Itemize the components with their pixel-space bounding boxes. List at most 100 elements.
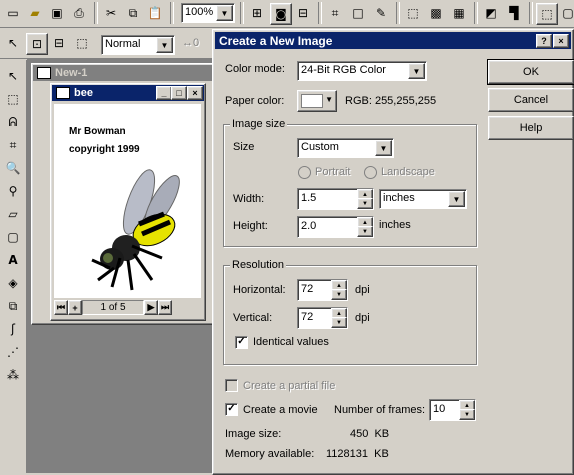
merge-mode-select[interactable]: Normal ▼: [101, 35, 175, 55]
chevron-down-icon: ▼: [325, 95, 333, 104]
rect-mask-icon[interactable]: ⬚: [3, 89, 23, 109]
vertical-label: Vertical:: [233, 312, 273, 324]
zoom-select[interactable]: 100% ▼: [181, 3, 235, 23]
paper-color-rgb: RGB: 255,255,255: [345, 95, 437, 107]
edit-icon[interactable]: ✎: [371, 3, 391, 23]
crop-icon[interactable]: ⌗: [325, 3, 345, 23]
full-screen-icon[interactable]: ◙: [270, 3, 292, 25]
layer-icon[interactable]: ▜: [504, 3, 524, 23]
cut-icon[interactable]: ✂: [101, 3, 121, 23]
grid-icon[interactable]: ▦: [449, 3, 469, 23]
paste-icon[interactable]: 📋: [145, 3, 165, 23]
maximize-icon[interactable]: □: [171, 86, 187, 100]
spin-down-icon[interactable]: ▼: [357, 226, 373, 237]
next-frame-icon[interactable]: ▶: [144, 300, 158, 315]
zoom-tool-icon[interactable]: 🔍: [3, 158, 23, 178]
spin-down-icon[interactable]: ▼: [357, 198, 373, 209]
print-icon[interactable]: ⎙: [69, 3, 89, 23]
marquee-icon[interactable]: ▢: [558, 3, 574, 23]
height-input[interactable]: 2.0 ▲ ▼: [297, 216, 374, 238]
help-icon[interactable]: ?: [536, 34, 552, 48]
chevron-down-icon[interactable]: ▼: [156, 37, 173, 53]
size-select[interactable]: Custom ▼: [297, 138, 394, 158]
create-image-dialog: Create a New Image ? × Color mode: 24-Bi…: [212, 29, 574, 475]
vertical-unit: dpi: [355, 312, 370, 324]
mask-icon[interactable]: ▩: [426, 3, 446, 23]
document-window-bee[interactable]: bee _ □ × Mr Bowman copyright 1999 ⏮ + 1…: [50, 83, 206, 321]
last-frame-icon[interactable]: ⏭: [158, 300, 172, 315]
cancel-button[interactable]: Cancel: [488, 88, 574, 112]
landscape-radio[interactable]: [364, 166, 377, 179]
landscape-label: Landscape: [381, 166, 435, 178]
image-canvas[interactable]: Mr Bowman copyright 1999: [54, 104, 201, 298]
spin-down-icon[interactable]: ▼: [331, 317, 347, 328]
save-icon[interactable]: ▣: [47, 3, 67, 23]
brush-tool-icon[interactable]: ʃ: [3, 319, 23, 339]
overview-icon[interactable]: ⊟: [293, 3, 313, 23]
pick-icon[interactable]: ↖: [3, 66, 23, 86]
horizontal-input[interactable]: 72 ▲ ▼: [297, 279, 348, 301]
horizontal-label: Horizontal:: [233, 284, 286, 296]
effect-tool-icon[interactable]: ⋰: [3, 342, 23, 362]
partial-file-checkbox[interactable]: [225, 379, 238, 392]
frames-input[interactable]: 10 ▲ ▼: [429, 399, 476, 421]
eyedropper-icon[interactable]: ⚲: [3, 181, 23, 201]
text-tool-icon[interactable]: A: [3, 250, 23, 270]
resize-icon[interactable]: □: [348, 3, 368, 23]
chevron-down-icon[interactable]: ▼: [448, 191, 465, 207]
identical-values-label: Identical values: [253, 336, 329, 348]
size-label: Size: [233, 141, 255, 153]
portrait-radio[interactable]: [298, 166, 311, 179]
width-input[interactable]: 1.5 ▲ ▼: [297, 188, 374, 210]
close-icon[interactable]: ×: [187, 86, 203, 100]
shape-tool-icon[interactable]: ▢: [3, 227, 23, 247]
units-select[interactable]: inches ▼: [379, 189, 467, 209]
copy-icon[interactable]: ⧉: [123, 3, 143, 23]
page-indicator: 1 of 5: [82, 300, 144, 315]
open-folder-icon[interactable]: ▰: [25, 3, 45, 23]
window-titlebar[interactable]: bee _ □ ×: [52, 85, 204, 101]
vertical-input[interactable]: 72 ▲ ▼: [297, 307, 348, 329]
spin-down-icon[interactable]: ▼: [459, 409, 475, 420]
clone-tool-icon[interactable]: ⧉: [3, 296, 23, 316]
object-icon[interactable]: ⬚: [536, 3, 558, 25]
window-titlebar[interactable]: New-1: [33, 65, 213, 81]
chevron-down-icon[interactable]: ▼: [408, 63, 425, 79]
height-unit: inches: [379, 219, 411, 231]
new-file-icon[interactable]: ▭: [3, 3, 23, 23]
width-label: Width:: [233, 193, 265, 205]
intersect-selection-icon[interactable]: ⬚: [72, 33, 92, 53]
color-mode-select[interactable]: 24-Bit RGB Color ▼: [297, 61, 427, 81]
add-selection-icon[interactable]: ⊡: [26, 33, 48, 55]
brush-icon[interactable]: ◩: [481, 3, 501, 23]
pick-tool-icon[interactable]: ↖: [3, 33, 23, 53]
add-frame-icon[interactable]: +: [68, 300, 82, 315]
create-movie-label: Create a movie: [243, 404, 318, 416]
image-size-label: Image size:: [225, 428, 282, 440]
paper-color-picker[interactable]: ▼: [297, 90, 337, 112]
minimize-icon[interactable]: _: [156, 86, 172, 100]
ok-button[interactable]: OK: [487, 59, 574, 85]
fill-tool-icon[interactable]: ◈: [3, 273, 23, 293]
crop-tool-icon[interactable]: ⌗: [3, 135, 23, 155]
subtract-selection-icon[interactable]: ⊟: [49, 33, 69, 53]
frame-navigator: ⏮ + 1 of 5 ▶ ⏭: [54, 299, 201, 316]
image-text-name: Mr Bowman: [69, 126, 126, 137]
dialog-title: Create a New Image: [219, 33, 333, 48]
spin-down-icon[interactable]: ▼: [331, 289, 347, 300]
close-icon[interactable]: ×: [553, 34, 569, 48]
create-movie-checkbox[interactable]: ✓: [225, 403, 238, 416]
first-frame-icon[interactable]: ⏮: [54, 300, 68, 315]
help-button[interactable]: Help: [488, 116, 574, 140]
chevron-down-icon[interactable]: ▼: [216, 5, 233, 21]
dialog-titlebar[interactable]: Create a New Image ? ×: [215, 32, 571, 49]
toolbox: ↖ ⬚ ᕱ ⌗ 🔍 ⚲ ▱ ▢ A ◈ ⧉ ʃ ⋰ ⁂: [0, 60, 27, 473]
freehand-mask-icon[interactable]: ᕱ: [3, 112, 23, 132]
color-mode-label: Color mode:: [225, 63, 285, 75]
fit-window-icon[interactable]: ⊞: [247, 3, 267, 23]
eraser-icon[interactable]: ▱: [3, 204, 23, 224]
identical-values-checkbox[interactable]: ✓: [235, 336, 248, 349]
image-sprayer-icon[interactable]: ⁂: [3, 365, 23, 385]
chevron-down-icon[interactable]: ▼: [375, 140, 392, 156]
selection-icon[interactable]: ⬚: [403, 3, 423, 23]
